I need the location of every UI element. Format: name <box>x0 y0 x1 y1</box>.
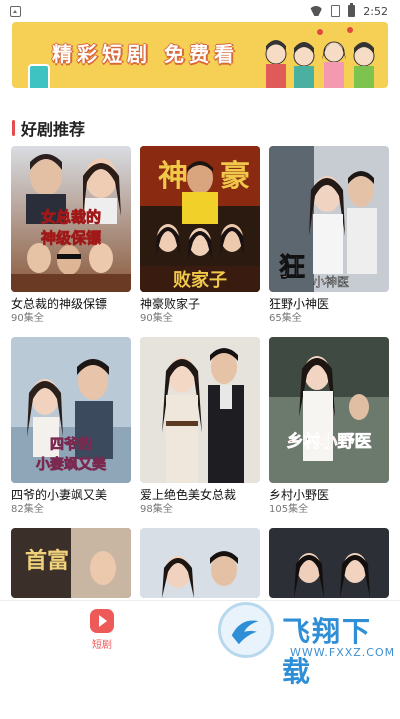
poster-title-text: 首富 <box>25 548 69 574</box>
drama-card[interactable]: 乡村小野医 乡村小野医 105集全 <box>269 337 389 528</box>
banner-characters-illustration <box>265 27 375 88</box>
poster-title-text: 败家子 <box>173 269 227 291</box>
tab-short-drama[interactable]: 短剧 <box>85 609 119 651</box>
poster-title-text: 神 <box>158 159 188 194</box>
drama-title[interactable]: 乡村小野医 <box>269 487 389 503</box>
drama-card[interactable]: 神 豪 败家子 神豪败家子 90集全 <box>140 146 260 337</box>
drama-poster[interactable]: 狂 小神医 <box>269 146 389 292</box>
episode-count: 105集全 <box>269 504 309 515</box>
episode-count: 90集全 <box>11 313 44 324</box>
drama-card[interactable]: 爱上绝色美女总裁 98集全 <box>140 337 260 528</box>
play-tv-icon <box>90 609 114 633</box>
drama-poster[interactable]: 女总裁的 神级保镖 <box>11 146 131 292</box>
poster-title-text: 狂 <box>279 253 305 283</box>
wifi-icon <box>309 6 323 16</box>
episode-count: 98集全 <box>140 504 173 515</box>
drama-card[interactable]: 女总裁的 神级保镖 女总裁的神级保镖 90集全 <box>11 146 131 337</box>
drama-card[interactable]: 四爷的 小妻飒又美 四爷的小妻飒又美 82集全 <box>11 337 131 528</box>
sim-icon <box>331 5 341 17</box>
banner-title: 精彩短剧 免费看 <box>52 42 239 66</box>
status-time: 2:52 <box>363 4 388 18</box>
phone-illustration <box>28 64 50 88</box>
notification-icon <box>10 5 21 17</box>
drama-title[interactable]: 神豪败家子 <box>140 296 260 312</box>
drama-poster[interactable] <box>140 337 260 483</box>
poster-title-text: 女总裁的 <box>41 208 101 226</box>
section-header: 好剧推荐 <box>12 116 85 140</box>
drama-title[interactable]: 四爷的小妻飒又美 <box>11 487 131 503</box>
drama-title[interactable]: 女总裁的神级保镖 <box>11 296 131 312</box>
poster-title-text: 小神医 <box>313 275 349 289</box>
drama-poster[interactable] <box>269 528 389 598</box>
episode-count: 65集全 <box>269 313 302 324</box>
poster-title-text: 四爷的 <box>50 436 92 453</box>
drama-poster[interactable]: 四爷的 小妻飒又美 <box>11 337 131 483</box>
episode-count: 82集全 <box>11 504 44 515</box>
tab-label: 短剧 <box>92 640 112 651</box>
battery-icon <box>348 3 356 17</box>
section-accent-bar <box>12 120 15 136</box>
promo-banner[interactable]: 精彩短剧 免费看 <box>12 22 388 88</box>
drama-poster[interactable]: 乡村小野医 <box>269 337 389 483</box>
drama-card[interactable]: 狂 小神医 狂野小神医 65集全 <box>269 146 389 337</box>
drama-title[interactable]: 狂野小神医 <box>269 296 389 312</box>
drama-poster[interactable] <box>140 528 260 598</box>
drama-poster[interactable]: 神 豪 败家子 <box>140 146 260 292</box>
drama-poster[interactable]: 首富 <box>11 528 131 598</box>
drama-title[interactable]: 爱上绝色美女总裁 <box>140 487 260 503</box>
status-bar: 2:52 <box>0 0 400 22</box>
watermark-logo-icon <box>218 602 274 658</box>
episode-count: 90集全 <box>140 313 173 324</box>
watermark: 飞翔下载 WWW.FXXZ.COM <box>216 600 396 688</box>
poster-title-text: 小妻飒又美 <box>36 456 107 473</box>
watermark-url: WWW.FXXZ.COM <box>290 646 396 659</box>
poster-title-text: 豪 <box>220 159 250 194</box>
poster-title-text: 乡村小野医 <box>287 431 372 452</box>
poster-title-text: 神级保镖 <box>41 229 101 247</box>
section-title: 好剧推荐 <box>21 120 86 139</box>
